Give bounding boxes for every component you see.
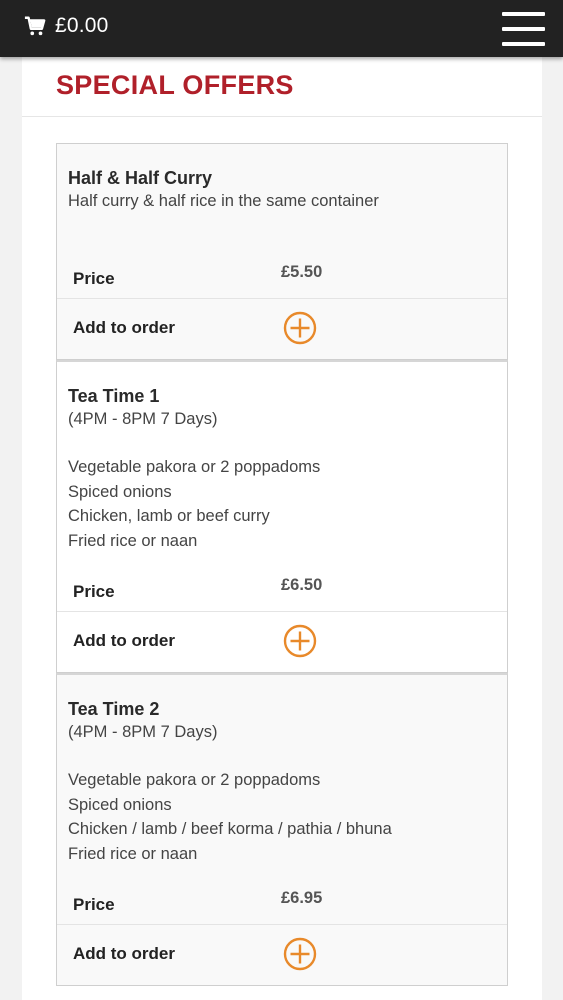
price-value: £5.50 <box>281 263 323 281</box>
offer-item: Vegetable pakora or 2 poppadoms <box>68 771 321 789</box>
add-circle-icon[interactable] <box>283 624 317 658</box>
offer-items: Vegetable pakora or 2 poppadoms Spiced o… <box>68 768 496 866</box>
offer-card: Half & Half Curry Half curry & half rice… <box>56 143 508 360</box>
price-label: Price <box>73 895 115 914</box>
offer-subtitle: (4PM - 8PM 7 Days) <box>68 723 218 741</box>
page-title: SPECIAL OFFERS <box>56 70 294 100</box>
cart-summary[interactable]: £0.00 <box>24 14 109 38</box>
top-bar: £0.00 <box>0 0 563 57</box>
price-label: Price <box>73 269 115 288</box>
price-value: £6.50 <box>281 576 323 594</box>
offer-item: Chicken / lamb / beef korma / pathia / b… <box>68 820 392 838</box>
hamburger-menu-icon[interactable] <box>502 12 545 46</box>
add-circle-icon[interactable] <box>283 937 317 971</box>
add-to-order-row: Add to order <box>57 612 507 672</box>
add-to-order-label: Add to order <box>73 318 175 337</box>
section-header: SPECIAL OFFERS <box>22 57 542 117</box>
price-value: £6.95 <box>281 889 323 907</box>
offer-description: Half curry & half rice in the same conta… <box>68 192 379 210</box>
offer-subtitle: (4PM - 8PM 7 Days) <box>68 410 218 428</box>
offer-name: Tea Time 1 <box>68 386 160 406</box>
price-label: Price <box>73 582 115 601</box>
offer-item: Fried rice or naan <box>68 844 198 863</box>
cart-total: £0.00 <box>55 14 109 37</box>
offer-name: Tea Time 2 <box>68 699 160 719</box>
offer-card: Tea Time 2 (4PM - 8PM 7 Days) Vegetable … <box>56 673 508 986</box>
add-to-order-label: Add to order <box>73 944 175 963</box>
offer-item: Fried rice or naan <box>68 531 198 550</box>
price-row: Price £6.95 <box>57 866 507 925</box>
content-panel: SPECIAL OFFERS Half & Half Curry Half cu… <box>22 57 542 1000</box>
price-row: Price £6.50 <box>57 553 507 612</box>
offer-name: Half & Half Curry <box>68 168 213 188</box>
offer-items: Vegetable pakora or 2 poppadoms Spiced o… <box>68 455 496 553</box>
add-circle-icon[interactable] <box>283 311 317 345</box>
add-to-order-row: Add to order <box>57 299 507 359</box>
offer-item: Vegetable pakora or 2 poppadoms <box>68 458 321 476</box>
offer-card: Tea Time 1 (4PM - 8PM 7 Days) Vegetable … <box>56 360 508 673</box>
offer-item: Spiced onions <box>68 482 172 501</box>
offer-item: Chicken, lamb or beef curry <box>68 507 270 525</box>
shopping-cart-icon <box>24 16 46 36</box>
offers-list: Half & Half Curry Half curry & half rice… <box>56 143 508 986</box>
add-to-order-row: Add to order <box>57 925 507 985</box>
add-to-order-label: Add to order <box>73 631 175 650</box>
offer-item: Spiced onions <box>68 795 172 814</box>
price-row: Price £5.50 <box>57 213 507 299</box>
